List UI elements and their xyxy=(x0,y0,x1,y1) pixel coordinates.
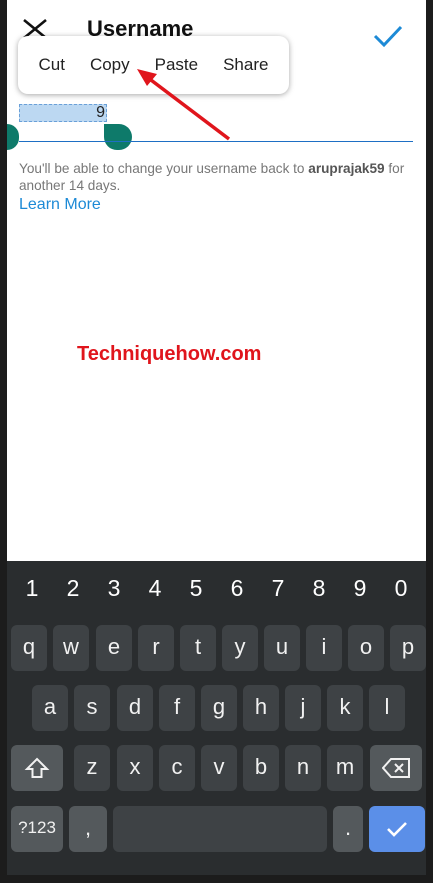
key-h[interactable]: h xyxy=(243,685,279,731)
key-j[interactable]: j xyxy=(285,685,321,731)
key-row-2: a s d f g h j k l xyxy=(7,685,426,731)
symbols-key[interactable]: ?123 xyxy=(11,806,63,852)
key-g[interactable]: g xyxy=(201,685,237,731)
share-button[interactable]: Share xyxy=(217,49,274,81)
key-y[interactable]: y xyxy=(222,625,258,671)
key-0[interactable]: 0 xyxy=(382,561,420,615)
key-6[interactable]: 6 xyxy=(218,561,256,615)
text-selection-menu: Cut Copy Paste Share xyxy=(18,36,289,94)
key-3[interactable]: 3 xyxy=(95,561,133,615)
key-1[interactable]: 1 xyxy=(13,561,51,615)
key-f[interactable]: f xyxy=(159,685,195,731)
username-info-text: You'll be able to change your username b… xyxy=(19,161,405,193)
key-2[interactable]: 2 xyxy=(54,561,92,615)
username-input[interactable]: 9 xyxy=(19,104,107,122)
backspace-key[interactable] xyxy=(370,745,422,791)
screen: Username Cut Copy Paste Share 9 You'll b… xyxy=(7,0,426,875)
close-icon[interactable] xyxy=(21,18,49,38)
key-w[interactable]: w xyxy=(53,625,89,671)
key-v[interactable]: v xyxy=(201,745,237,791)
key-a[interactable]: a xyxy=(32,685,68,731)
key-s[interactable]: s xyxy=(74,685,110,731)
key-o[interactable]: o xyxy=(348,625,384,671)
key-p[interactable]: p xyxy=(390,625,426,671)
key-8[interactable]: 8 xyxy=(300,561,338,615)
key-q[interactable]: q xyxy=(11,625,47,671)
keyboard: 1 2 3 4 5 6 7 8 9 0 q w e r t y u i o p … xyxy=(7,561,426,875)
input-underline xyxy=(19,141,413,142)
selection-handle-start[interactable] xyxy=(7,124,19,150)
key-e[interactable]: e xyxy=(96,625,132,671)
key-r[interactable]: r xyxy=(138,625,174,671)
key-n[interactable]: n xyxy=(285,745,321,791)
key-row-3: z x c v b n m xyxy=(7,745,426,791)
key-9[interactable]: 9 xyxy=(341,561,379,615)
checkmark-icon[interactable] xyxy=(373,24,403,48)
shift-key[interactable] xyxy=(11,745,63,791)
backspace-icon xyxy=(381,758,410,778)
checkmark-icon xyxy=(387,822,407,837)
key-x[interactable]: x xyxy=(117,745,153,791)
key-u[interactable]: u xyxy=(264,625,300,671)
period-key[interactable]: . xyxy=(333,806,363,852)
shift-icon xyxy=(24,757,50,778)
key-row-4: ?123 , . xyxy=(7,806,426,852)
key-d[interactable]: d xyxy=(117,685,153,731)
key-l[interactable]: l xyxy=(369,685,405,731)
key-c[interactable]: c xyxy=(159,745,195,791)
key-m[interactable]: m xyxy=(327,745,363,791)
paste-button[interactable]: Paste xyxy=(149,49,204,81)
key-row-1: q w e r t y u i o p xyxy=(7,625,426,671)
key-k[interactable]: k xyxy=(327,685,363,731)
key-i[interactable]: i xyxy=(306,625,342,671)
comma-key[interactable]: , xyxy=(69,806,107,852)
enter-key[interactable] xyxy=(369,806,425,852)
space-key[interactable] xyxy=(113,806,327,852)
key-b[interactable]: b xyxy=(243,745,279,791)
key-7[interactable]: 7 xyxy=(259,561,297,615)
copy-button[interactable]: Copy xyxy=(84,49,136,81)
cut-button[interactable]: Cut xyxy=(32,49,70,81)
watermark: Techniquehow.com xyxy=(77,343,262,365)
key-t[interactable]: t xyxy=(180,625,216,671)
key-4[interactable]: 4 xyxy=(136,561,174,615)
selection-handle-end[interactable] xyxy=(104,124,132,150)
learn-more-link[interactable]: Learn More xyxy=(19,196,101,214)
old-username: aruprajak59 xyxy=(308,161,385,176)
key-z[interactable]: z xyxy=(74,745,110,791)
number-row: 1 2 3 4 5 6 7 8 9 0 xyxy=(7,561,426,615)
key-5[interactable]: 5 xyxy=(177,561,215,615)
